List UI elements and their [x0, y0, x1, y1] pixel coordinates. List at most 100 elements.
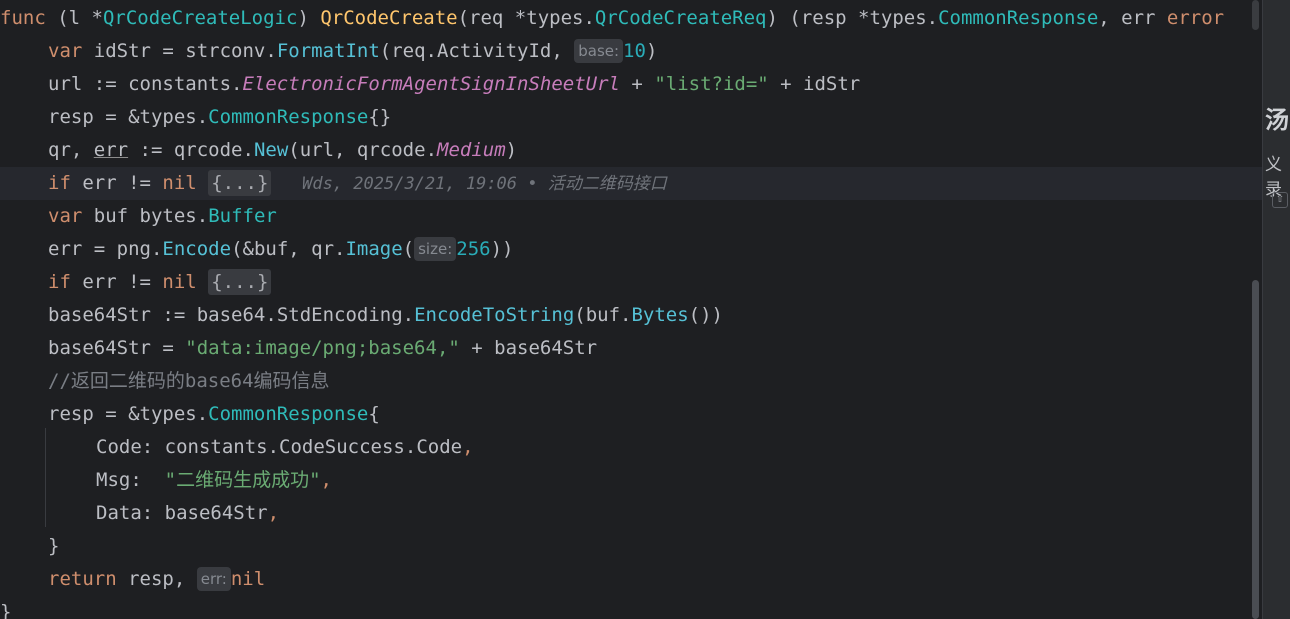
code-token: )	[505, 139, 518, 161]
code-token: QrCodeCreateReq	[594, 7, 767, 29]
code-line-text: if err != nil {...}	[48, 266, 272, 299]
code-line[interactable]: qr, err := qrcode.New(url, qrcode.Medium…	[0, 134, 1262, 167]
code-line[interactable]: resp = &types.CommonResponse{	[0, 398, 1262, 431]
code-token: EncodeToString	[414, 304, 575, 326]
code-line[interactable]: }	[0, 530, 1262, 563]
code-line-text: base64Str := base64.StdEncoding.EncodeTo…	[48, 299, 723, 332]
code-token: func	[0, 7, 46, 29]
code-token: resp,	[116, 568, 197, 590]
code-line[interactable]: //返回二维码的base64编码信息	[0, 365, 1262, 398]
code-token: CommonResponse	[208, 106, 369, 128]
code-token: .	[926, 7, 939, 29]
code-token: Buffer	[208, 205, 277, 227]
code-token: ())	[688, 304, 723, 326]
code-token: (&buf, qr.	[231, 238, 346, 260]
horizontal-scroll-indicator[interactable]	[1252, 0, 1259, 30]
code-token: (req.ActivityId,	[379, 40, 575, 62]
code-line[interactable]: Code: constants.CodeSuccess.Code,	[0, 431, 1262, 464]
code-line-text: Data: base64Str,	[96, 497, 279, 530]
code-token: if	[48, 271, 71, 293]
code-token: )	[645, 40, 658, 62]
code-line[interactable]: Msg: "二维码生成成功",	[0, 464, 1262, 497]
code-token: nil	[230, 568, 266, 590]
code-token: .	[150, 238, 163, 260]
code-line[interactable]: err = png.Encode(&buf, qr.Image(size: 256…	[0, 233, 1262, 266]
code-line[interactable]: func (l *QrCodeCreateLogic) QrCodeCreate…	[0, 2, 1262, 35]
code-token: Msg:	[96, 469, 165, 491]
code-token: var	[48, 40, 83, 62]
code-token: constants	[164, 436, 268, 458]
code-token: var	[48, 205, 83, 227]
code-token: 10	[623, 40, 646, 62]
folded-block[interactable]: {...}	[208, 170, 272, 196]
code-token: constants	[128, 73, 232, 95]
code-token: .	[265, 40, 277, 62]
code-token: ,	[267, 502, 280, 524]
right-side-panel: 汤 义录 ⇧	[1262, 0, 1290, 619]
code-token: return	[48, 568, 117, 590]
code-line[interactable]: resp = &types.CommonResponse{}	[0, 101, 1262, 134]
code-line-text: }	[0, 596, 11, 619]
code-token: +	[619, 73, 655, 95]
code-token: bytes	[139, 205, 197, 227]
code-token: QrCodeCreateLogic	[102, 7, 298, 29]
code-token: .	[404, 436, 417, 458]
code-token: , err	[1098, 7, 1167, 29]
code-line[interactable]: if err != nil {...}	[0, 266, 1262, 299]
code-token: err !=	[70, 172, 163, 194]
code-line[interactable]: var idStr = strconv.FormatInt(req.Activi…	[0, 35, 1262, 68]
code-token: .	[196, 403, 209, 425]
code-line[interactable]: url := constants.ElectronicFormAgentSign…	[0, 68, 1262, 101]
code-line-text: var idStr = strconv.FormatInt(req.Activi…	[48, 35, 657, 68]
code-token: strconv	[185, 40, 266, 62]
code-token: FormatInt	[276, 40, 380, 62]
code-token: (buf.	[574, 304, 632, 326]
code-token: ,	[462, 436, 474, 458]
code-token: types	[526, 7, 584, 29]
code-token: ))	[490, 238, 514, 260]
code-token: (req *	[457, 7, 527, 29]
arrow-up-icon[interactable]: ⇧	[1272, 192, 1288, 208]
code-line-text: Msg: "二维码生成成功",	[96, 464, 332, 497]
code-line[interactable]: Data: base64Str,	[0, 497, 1262, 530]
code-token: {}	[368, 106, 392, 128]
code-token: StdEncoding	[276, 304, 403, 326]
code-line[interactable]: return resp, err: nil	[0, 563, 1262, 596]
code-token: .	[402, 304, 415, 326]
parameter-hint: base:	[574, 39, 624, 63]
code-token: types	[139, 106, 197, 128]
code-line-text: resp = &types.CommonResponse{	[48, 398, 380, 431]
code-line-text: return resp, err: nil	[48, 563, 265, 596]
code-token: }	[0, 601, 12, 619]
code-token: //返回二维码的base64编码信息	[48, 370, 330, 392]
code-line[interactable]: base64Str = "data:image/png;base64," + b…	[0, 332, 1262, 365]
code-line[interactable]: }	[0, 596, 1262, 619]
code-token: Code	[416, 436, 463, 458]
code-token: (url,	[288, 139, 357, 161]
code-token: Image	[345, 238, 403, 260]
code-token: nil	[162, 271, 197, 293]
code-token: .	[231, 73, 243, 95]
code-token: "list?id="	[654, 73, 769, 95]
code-editor[interactable]: func (l *QrCodeCreateLogic) QrCodeCreate…	[0, 0, 1262, 619]
code-token: err	[93, 139, 129, 161]
code-token: Medium	[437, 139, 506, 161]
code-line[interactable]: var buf bytes.Buffer	[0, 200, 1262, 233]
code-token: qr,	[48, 139, 94, 161]
vertical-scrollbar[interactable]	[1252, 280, 1259, 619]
code-token: Code:	[96, 436, 165, 458]
parameter-hint: err:	[196, 567, 231, 591]
code-line[interactable]: base64Str := base64.StdEncoding.EncodeTo…	[0, 299, 1262, 332]
code-token: QrCodeCreate	[320, 7, 458, 29]
code-token: )	[297, 7, 321, 29]
code-token: + idStr	[768, 73, 861, 95]
code-token: :=	[128, 139, 174, 161]
code-line[interactable]: if err != nil {...} Wds, 2025/3/21, 19:0…	[0, 167, 1262, 200]
folded-block[interactable]: {...}	[208, 269, 272, 295]
code-token: qrcode	[173, 139, 243, 161]
code-token: .	[425, 139, 438, 161]
code-token: }	[48, 535, 60, 557]
code-token: png	[116, 238, 151, 260]
code-token: url :=	[48, 73, 129, 95]
